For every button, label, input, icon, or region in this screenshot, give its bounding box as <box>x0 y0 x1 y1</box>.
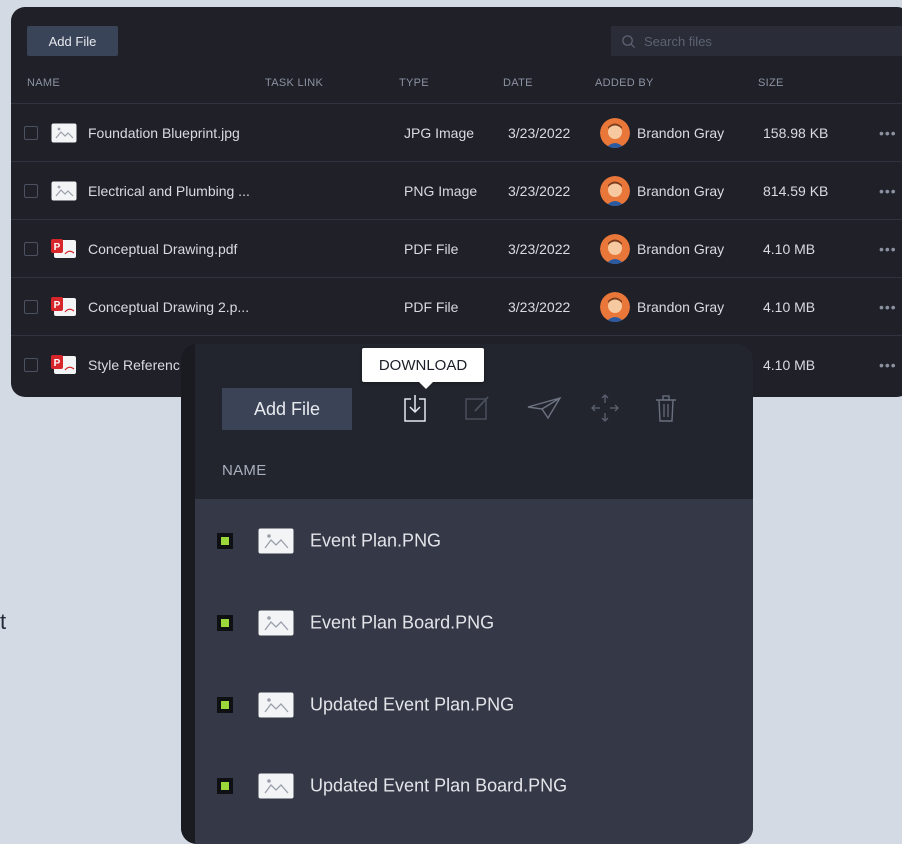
column-header-name[interactable]: NAME <box>27 77 60 89</box>
search-input[interactable]: Search files <box>611 26 902 56</box>
file-size: 814.59 KB <box>763 182 829 199</box>
edit-icon <box>465 396 489 420</box>
svg-text:P: P <box>54 242 61 253</box>
file-date: 3/23/2022 <box>508 240 571 257</box>
file-size: 4.10 MB <box>763 240 816 257</box>
more-options-icon[interactable]: ••• <box>879 125 897 141</box>
image-file-icon <box>258 610 294 636</box>
add-file-button[interactable]: Add File <box>222 388 352 430</box>
list-item[interactable]: Updated Event Plan.PNG <box>195 664 753 746</box>
file-type: JPG Image <box>404 124 475 141</box>
more-options-icon[interactable]: ••• <box>879 183 897 199</box>
avatar <box>600 175 630 206</box>
trash-icon <box>656 395 676 422</box>
search-placeholder: Search files <box>644 33 712 49</box>
pdf-file-icon: P <box>51 238 76 258</box>
avatar <box>600 117 630 148</box>
added-by-name: Brandon Gray <box>637 298 725 315</box>
row-checkbox[interactable] <box>24 357 38 372</box>
column-header-type[interactable]: TYPE <box>399 77 429 89</box>
move-button[interactable] <box>590 392 620 424</box>
file-date: 3/23/2022 <box>508 298 571 315</box>
column-header-task-link[interactable]: TASK LINK <box>265 77 323 89</box>
file-name[interactable]: Updated Event Plan Board.PNG <box>310 776 567 797</box>
file-name[interactable]: Style Referenc <box>88 357 180 373</box>
file-list-panel: Add File Search files NAME TASK LINK TYP… <box>11 7 902 397</box>
checkbox-checked[interactable] <box>217 697 233 713</box>
more-options-icon[interactable]: ••• <box>879 357 897 373</box>
image-file-icon <box>258 528 294 554</box>
checkbox-checked[interactable] <box>217 533 233 549</box>
table-row[interactable]: Foundation Blueprint.jpg JPG Image 3/23/… <box>11 103 902 161</box>
svg-text:P: P <box>54 358 61 369</box>
delete-button[interactable] <box>651 392 681 424</box>
panel-left-edge <box>181 344 195 844</box>
file-name[interactable]: Event Plan Board.PNG <box>310 613 494 634</box>
image-file-icon <box>258 773 294 799</box>
file-date: 3/23/2022 <box>508 182 571 199</box>
download-button[interactable] <box>400 392 430 424</box>
file-size: 4.10 MB <box>763 298 816 315</box>
list-item[interactable]: Event Plan.PNG <box>195 500 753 582</box>
list-item[interactable]: Event Plan Board.PNG <box>195 582 753 664</box>
selected-files-list: Event Plan.PNG Event Plan Board.PNG Upda… <box>195 499 753 844</box>
file-size: 158.98 KB <box>763 124 829 141</box>
download-tooltip: DOWNLOAD <box>362 348 484 389</box>
more-options-icon[interactable]: ••• <box>879 241 897 257</box>
table-header: NAME TASK LINK TYPE DATE ADDED BY SIZE <box>11 77 902 103</box>
move-icon <box>591 394 619 422</box>
list-item[interactable]: Updated Event Plan Board.PNG <box>195 745 753 827</box>
edit-button[interactable] <box>462 392 492 424</box>
background-text: t <box>0 609 7 634</box>
avatar <box>600 291 630 322</box>
file-name[interactable]: Conceptual Drawing.pdf <box>88 241 237 257</box>
row-checkbox[interactable] <box>24 299 38 314</box>
file-name[interactable]: Foundation Blueprint.jpg <box>88 125 240 141</box>
file-type: PDF File <box>404 240 459 257</box>
send-button[interactable] <box>526 392 562 424</box>
row-checkbox[interactable] <box>24 183 38 198</box>
added-by-name: Brandon Gray <box>637 124 725 141</box>
svg-text:P: P <box>54 300 61 311</box>
pdf-file-icon: P <box>51 296 76 316</box>
file-type: PNG Image <box>404 182 478 199</box>
row-checkbox[interactable] <box>24 241 38 256</box>
download-icon <box>404 395 426 422</box>
checkbox-checked[interactable] <box>217 615 233 631</box>
add-file-button[interactable]: Add File <box>27 26 118 56</box>
table-row[interactable]: P Conceptual Drawing.pdf PDF File 3/23/2… <box>11 219 902 277</box>
avatar <box>600 233 630 264</box>
row-checkbox[interactable] <box>24 125 38 140</box>
pdf-file-icon: P <box>51 354 76 374</box>
column-header-date[interactable]: DATE <box>503 77 533 89</box>
file-name[interactable]: Event Plan.PNG <box>310 531 441 552</box>
image-file-icon <box>258 692 294 718</box>
send-icon <box>527 396 562 420</box>
more-options-icon[interactable]: ••• <box>879 299 897 315</box>
file-date: 3/23/2022 <box>508 124 571 141</box>
column-header-size[interactable]: SIZE <box>758 77 784 89</box>
added-by-name: Brandon Gray <box>637 182 725 199</box>
checkbox-checked[interactable] <box>217 778 233 794</box>
selected-files-panel: Add File NAME Event Plan.PNG Event Plan … <box>181 344 753 844</box>
file-size: 4.10 MB <box>763 356 816 373</box>
table-row[interactable]: Electrical and Plumbing ... PNG Image 3/… <box>11 161 902 219</box>
image-file-icon <box>51 123 77 142</box>
image-file-icon <box>51 181 77 200</box>
table-row[interactable]: P Conceptual Drawing 2.p... PDF File 3/2… <box>11 277 902 335</box>
column-header-name[interactable]: NAME <box>222 462 267 479</box>
file-name[interactable]: Conceptual Drawing 2.p... <box>88 299 249 315</box>
column-header-added-by[interactable]: ADDED BY <box>595 77 654 89</box>
file-type: PDF File <box>404 298 459 315</box>
search-icon <box>622 34 636 48</box>
added-by-name: Brandon Gray <box>637 240 725 257</box>
file-name[interactable]: Updated Event Plan.PNG <box>310 695 514 716</box>
file-name[interactable]: Electrical and Plumbing ... <box>88 183 250 199</box>
